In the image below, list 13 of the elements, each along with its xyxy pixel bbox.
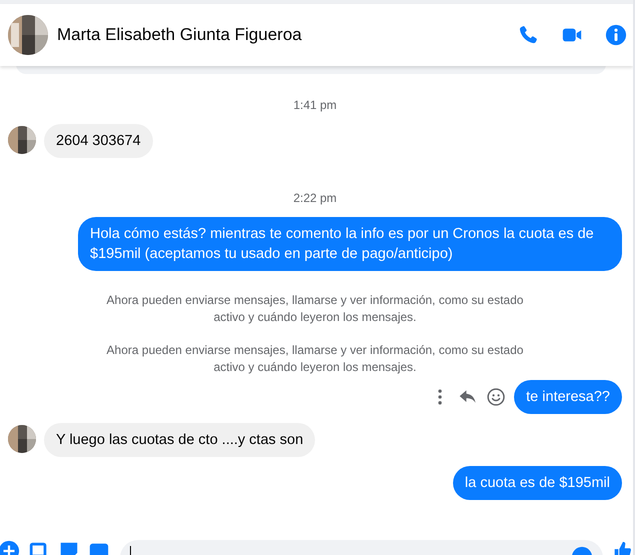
contact-name: Marta Elisabeth Giunta Figueroa <box>57 25 303 45</box>
timestamp: 1:41 pm <box>293 98 337 112</box>
message-bubble: Hola cómo estás? mientras te comento la info es por un Cronos la cuota es de $195mil (aceptamos tu usado en parte de pago/anticipo) <box>78 217 622 271</box>
message-bubble: la cuota es de $195mil <box>452 466 622 500</box>
smiley-icon[interactable] <box>486 387 506 407</box>
notice-text: Ahora pueden enviarse mensajes, llamarse y ver información, como su estado activo y cuándo leyeron los mensajes. <box>106 342 524 376</box>
message-bubble: 2604 303674 <box>44 124 153 158</box>
message-bubble: te interesa?? <box>514 380 622 414</box>
message-bubble: Y luego las cuotas de cto ....y ctas son <box>44 423 316 457</box>
timestamp: 2:22 pm <box>293 191 337 205</box>
notice-text: Ahora pueden enviarse mensajes, llamarse y ver información, como su estado activo y cuándo leyeron los mensajes. <box>106 292 524 326</box>
info-icon[interactable] <box>605 24 627 46</box>
phone-icon[interactable] <box>517 24 539 46</box>
